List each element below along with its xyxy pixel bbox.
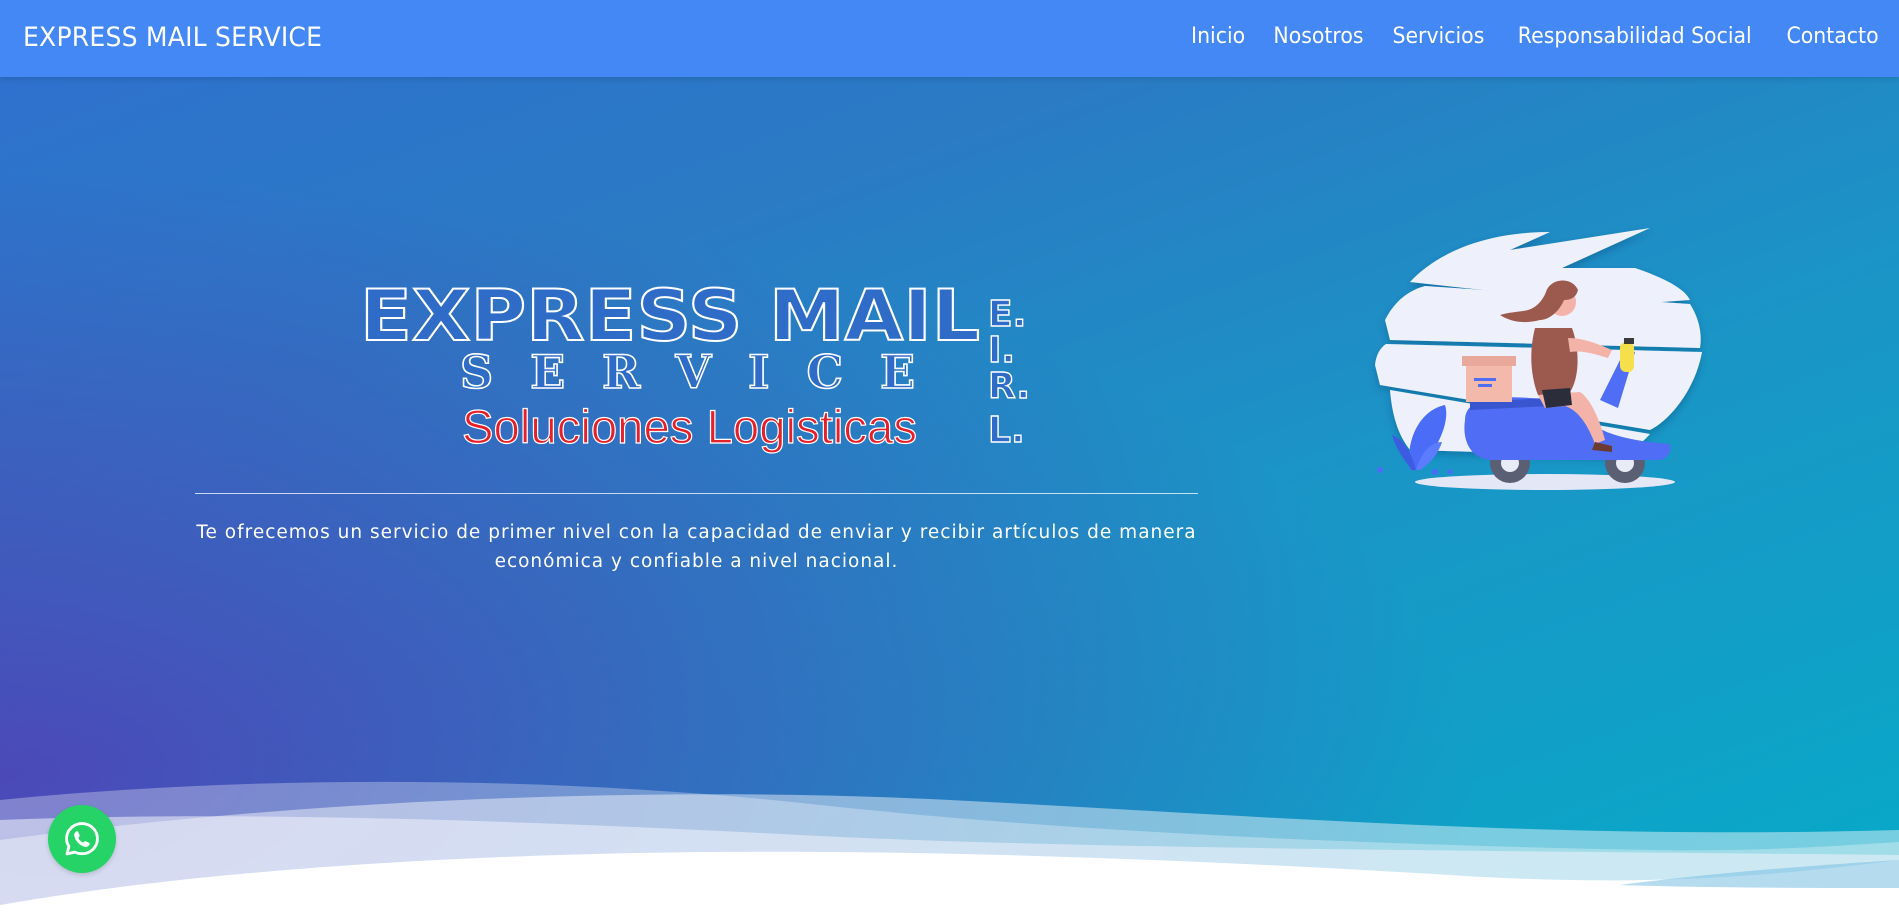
nav-link-inicio[interactable]: Inicio [1191,24,1245,49]
logo-suffix-e: E. [988,294,1026,335]
logo-suffix-i: I. [988,330,1015,371]
nav-link-nosotros[interactable]: Nosotros [1273,24,1363,49]
whatsapp-button[interactable] [48,805,116,873]
hero-description-line2: económica y confiable a nivel nacional. [494,551,899,572]
hero-divider [195,493,1198,494]
logo-tagline: Soluciones Logisticas [462,400,917,453]
logo-suffix-r: R. [988,366,1030,407]
brand-link[interactable]: EXPRESS MAIL SERVICE [23,22,322,53]
package-icon [1462,356,1516,402]
delivery-scooter-illustration [1375,228,1702,490]
nav-menu: Inicio Nosotros Servicios Responsabilida… [1189,24,1882,49]
hero-description: Te ofrecemos un servicio de primer nivel… [195,518,1198,576]
nav-link-contacto[interactable]: Contacto [1786,24,1878,49]
nav-link-servicios[interactable]: Servicios [1392,24,1484,49]
navbar: EXPRESS MAIL SERVICE Inicio Nosotros Ser… [0,0,1899,77]
hero-logo: EXPRESS MAIL SERVICE Soluciones Logistic… [360,278,1031,454]
nav-link-responsabilidad-social[interactable]: Responsabilidad Social [1518,24,1752,49]
logo-suffix-l: L. [988,410,1025,451]
page: EXPRESS MAIL SERVICE Inicio Nosotros Ser… [0,0,1899,913]
hero-description-line1: Te ofrecemos un servicio de primer nivel… [196,522,1197,543]
whatsapp-icon [65,822,99,856]
bottom-waves [0,781,1899,913]
